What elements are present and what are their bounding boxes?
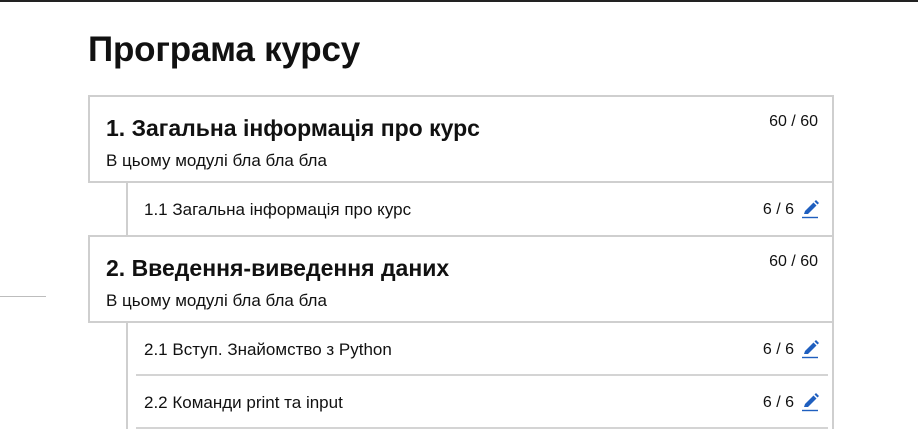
lesson-score: 6 / 6 (762, 341, 794, 358)
module-card[interactable]: 1. Загальна інформація про курс В цьому … (88, 95, 834, 183)
lesson-title[interactable]: 2.1 Вступ. Знайомство з Python (144, 339, 392, 361)
pencil-edit-icon[interactable] (800, 392, 820, 412)
module-title: 2. Введення-виведення даних (106, 255, 450, 281)
module-description: В цьому модулі бла бла бла (106, 151, 327, 170)
module-score: 60 / 60 (769, 253, 818, 270)
lesson-title[interactable]: 2.2 Команди print та input (144, 392, 343, 414)
lesson-item[interactable]: 2.1 Вступ. Знайомство з Python 6 / 6 (136, 323, 828, 376)
lesson-list: 1.1 Загальна інформація про курс 6 / 6 (126, 183, 834, 235)
lesson-item[interactable]: 1.1 Загальна інформація про курс 6 / 6 (136, 183, 828, 235)
module-title: 1. Загальна інформація про курс (106, 115, 480, 141)
top-divider (0, 0, 918, 2)
module-description: В цьому модулі бла бла бла (106, 291, 327, 310)
module-score: 60 / 60 (769, 113, 818, 130)
lesson-score: 6 / 6 (762, 201, 794, 218)
module-card[interactable]: 2. Введення-виведення даних В цьому моду… (88, 235, 834, 323)
lesson-score: 6 / 6 (762, 394, 794, 411)
page-title: Програма курсу (88, 30, 360, 69)
pencil-edit-icon[interactable] (800, 339, 820, 359)
side-divider (0, 296, 46, 297)
course-program: 1. Загальна інформація про курс В цьому … (88, 95, 834, 429)
pencil-edit-icon[interactable] (800, 199, 820, 219)
lesson-title[interactable]: 1.1 Загальна інформація про курс (144, 199, 411, 221)
lesson-list: 2.1 Вступ. Знайомство з Python 6 / 6 2.2… (126, 323, 834, 429)
lesson-item[interactable]: 2.2 Команди print та input 6 / 6 (136, 376, 828, 429)
